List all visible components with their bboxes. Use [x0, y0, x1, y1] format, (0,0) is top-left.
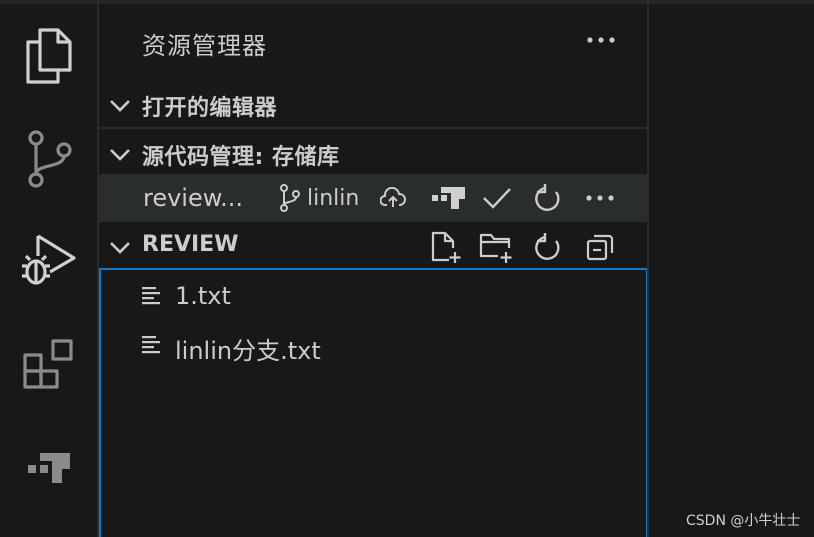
branch-name: linlin	[307, 185, 360, 211]
activity-explorer[interactable]	[0, 10, 98, 100]
repository-name: review...	[143, 184, 244, 212]
refresh-icon	[535, 233, 560, 260]
section-source-control[interactable]: 源代码管理: 存储库	[99, 129, 648, 177]
source-control-icon	[28, 130, 72, 188]
gitlens-icon	[432, 187, 465, 209]
section-label: 源代码管理: 存储库	[142, 145, 340, 170]
new-file-icon	[431, 231, 461, 263]
file-tree[interactable]: 1.txt linlin分支.txt	[99, 268, 648, 537]
explorer-icon	[26, 28, 72, 84]
cloud-upload-icon	[380, 187, 406, 207]
new-file-button[interactable]	[427, 228, 465, 266]
refresh-icon	[535, 184, 560, 211]
run-debug-icon	[22, 234, 76, 285]
activity-bar	[0, 4, 98, 537]
check-icon	[483, 188, 511, 209]
sidebar-title-row: 资源管理器	[99, 4, 648, 80]
watermark: CSDN @小牛壮士	[686, 513, 801, 529]
file-name: 1.txt	[175, 282, 231, 310]
section-label: REVIEW	[142, 232, 239, 257]
publish-button[interactable]	[376, 181, 410, 215]
activity-source-control[interactable]	[0, 114, 98, 204]
section-review[interactable]: REVIEW	[99, 222, 648, 270]
chevron-down-icon	[110, 100, 130, 112]
more-icon	[587, 37, 615, 43]
section-label: 打开的编辑器	[142, 96, 278, 121]
chevron-down-icon	[110, 149, 130, 161]
sidebar-border	[647, 0, 649, 537]
repository-row[interactable]: review... linlin	[99, 174, 648, 222]
section-open-editors[interactable]: 打开的编辑器	[99, 80, 648, 128]
sidebar-title: 资源管理器	[142, 32, 267, 60]
file-lines-icon	[142, 336, 160, 354]
extensions-icon	[23, 339, 73, 389]
commit-button[interactable]	[480, 181, 514, 215]
sidebar-more-button[interactable]	[583, 22, 619, 58]
branch-indicator[interactable]: linlin	[279, 182, 359, 214]
refresh-explorer-button[interactable]	[529, 228, 567, 266]
repository-more-button[interactable]	[583, 181, 617, 215]
activity-run-debug[interactable]	[0, 216, 98, 306]
file-lines-icon	[142, 287, 160, 305]
file-item-1[interactable]: 1.txt	[101, 274, 646, 320]
explorer-sidebar: 资源管理器 打开的编辑器 源代码管理: 存储库 review... linlin	[99, 4, 648, 537]
file-item-2[interactable]: linlin分支.txt	[101, 323, 646, 369]
activity-gitlens[interactable]	[0, 424, 98, 514]
more-icon	[586, 195, 614, 201]
activity-extensions[interactable]	[0, 320, 98, 410]
new-folder-icon	[479, 233, 512, 263]
new-folder-button[interactable]	[477, 228, 515, 266]
gitlens-action-button[interactable]	[429, 181, 469, 215]
gitlens-icon	[28, 453, 70, 483]
file-name: linlin分支.txt	[175, 337, 321, 365]
collapse-all-icon	[586, 234, 614, 261]
chevron-down-icon	[110, 242, 130, 254]
branch-icon	[280, 184, 300, 212]
collapse-all-button[interactable]	[581, 228, 619, 266]
refresh-button[interactable]	[531, 181, 565, 215]
